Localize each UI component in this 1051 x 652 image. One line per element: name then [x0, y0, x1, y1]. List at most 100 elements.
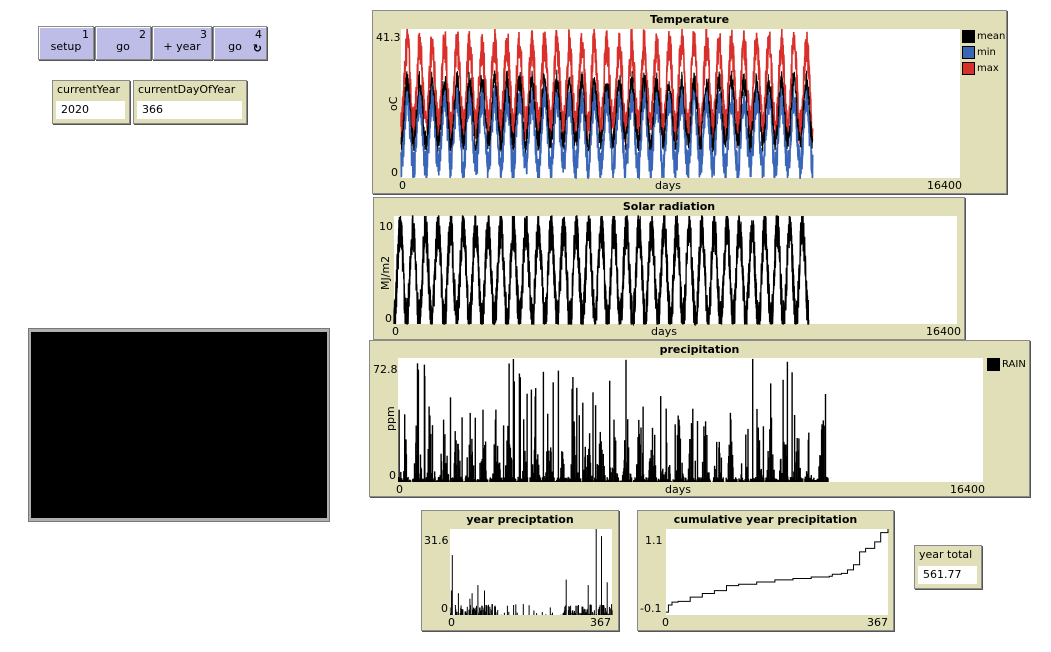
monitor-year-total: year total 561.77 — [914, 545, 982, 589]
solar-chart-svg: 10 0 0 16400 days MJ/m2 — [379, 215, 961, 338]
rain-bar — [674, 424, 676, 482]
year-precipitation-plot: year preciptation 31.6 0 0 367 — [421, 510, 619, 631]
legend-item-max: max — [962, 60, 1005, 76]
rain-bar — [796, 438, 798, 482]
day-precip-bar — [590, 604, 592, 615]
rain-bar — [578, 415, 580, 482]
rain-bar — [539, 478, 542, 482]
day-precip-bar — [522, 604, 524, 615]
x-max-label: 16400 — [950, 483, 985, 496]
rain-bar — [497, 464, 500, 482]
rain-bar — [783, 441, 785, 482]
rain-bar — [609, 380, 611, 482]
x-min-label: 0 — [662, 616, 669, 629]
x-axis-label: days — [651, 325, 677, 338]
x-axis-label: days — [655, 179, 681, 192]
cumulative-precipitation-plot: cumulative year precipitation 1.1 -0.1 0… — [637, 510, 894, 631]
rain-bar — [461, 417, 463, 482]
rain-bar — [526, 393, 528, 482]
rain-bar — [573, 436, 576, 482]
rain-bar — [642, 406, 644, 482]
rain-bar — [424, 375, 426, 482]
day-precip-bar — [506, 605, 508, 615]
add-year-button[interactable]: 3 + year — [152, 26, 212, 60]
rain-bar — [802, 478, 804, 482]
rain-bar — [770, 417, 773, 482]
rain-bar — [407, 477, 409, 482]
rain-bar — [630, 477, 633, 482]
day-precip-bar — [585, 612, 587, 615]
rain-bar — [619, 480, 622, 482]
rain-bar — [722, 481, 725, 482]
legend-label: RAIN — [1002, 358, 1026, 370]
day-precip-bar — [462, 609, 464, 615]
rain-bar — [615, 440, 617, 482]
legend-swatch — [962, 29, 975, 43]
day-precip-bar — [497, 610, 499, 615]
day-precip-bar — [495, 612, 497, 615]
rain-bar — [513, 381, 515, 482]
plot-area — [666, 529, 888, 615]
day-precip-bar — [603, 606, 605, 615]
button-label: go — [228, 40, 242, 53]
rain-bar — [618, 481, 620, 482]
setup-button[interactable]: 1 setup — [38, 26, 94, 60]
x-max-label: 16400 — [926, 325, 961, 338]
monitor-label: currentDayOfYear — [138, 83, 236, 96]
rain-bar — [720, 457, 723, 482]
day-precip-bar — [469, 605, 471, 615]
rain-bar — [657, 478, 660, 482]
day-precip-bar — [457, 593, 459, 615]
rain-bar — [444, 434, 446, 482]
hotkey-label: 4 — [255, 28, 262, 41]
day-precip-bar — [476, 605, 477, 615]
day-precip-bar — [451, 555, 453, 615]
rain-bar — [767, 457, 770, 482]
rain-bar — [589, 462, 592, 482]
x-max-label: 367 — [590, 616, 611, 629]
rain-bar — [471, 451, 473, 482]
rain-bar — [526, 477, 529, 482]
x-min-label: 0 — [448, 616, 455, 629]
day-precip-bar — [450, 590, 452, 615]
monitor-value: 366 — [137, 101, 242, 119]
year-precipitation-chart-svg: 31.6 0 0 367 — [424, 529, 613, 629]
go-forever-button[interactable]: 4 go ↻ — [213, 26, 267, 60]
world-view-canvas[interactable] — [31, 332, 327, 518]
day-precip-bar — [533, 610, 535, 615]
temperature-plot: Temperature 41.3 0 0 16400 days oC mean … — [372, 10, 1007, 194]
day-precip-bar — [565, 579, 567, 615]
monitor-current-year: currentYear 2020 — [52, 80, 130, 124]
y-min-label: 0 — [389, 469, 396, 482]
day-precip-bar — [583, 608, 585, 615]
rain-bar — [670, 481, 673, 482]
day-precip-bar — [503, 612, 505, 615]
rain-bar — [666, 442, 668, 482]
legend-swatch — [987, 357, 1000, 371]
world-view[interactable] — [28, 328, 330, 522]
forever-icon: ↻ — [252, 42, 262, 55]
day-precip-bar — [604, 608, 606, 615]
rain-bar — [612, 468, 614, 482]
day-precip-bar — [592, 611, 594, 615]
rain-bar — [679, 438, 682, 482]
y-max-label: 72.8 — [373, 363, 398, 376]
day-precip-bar — [465, 612, 467, 615]
rain-bar — [669, 473, 671, 482]
day-precip-bar — [515, 604, 517, 615]
rain-bar — [649, 458, 651, 482]
day-precip-bar — [513, 605, 515, 615]
rain-bar — [507, 425, 509, 482]
day-precip-bar — [601, 536, 602, 615]
rain-bar — [798, 438, 800, 482]
go-once-button[interactable]: 2 go — [95, 26, 151, 60]
rain-bar — [704, 421, 707, 482]
day-precip-bar — [456, 611, 458, 615]
legend-label: max — [977, 62, 999, 74]
day-precip-bar — [595, 529, 597, 615]
x-axis-label: days — [665, 483, 691, 496]
rain-bar — [523, 419, 525, 482]
rain-bar — [449, 397, 452, 482]
day-precip-bar — [564, 605, 566, 615]
day-precip-bar — [601, 605, 603, 615]
